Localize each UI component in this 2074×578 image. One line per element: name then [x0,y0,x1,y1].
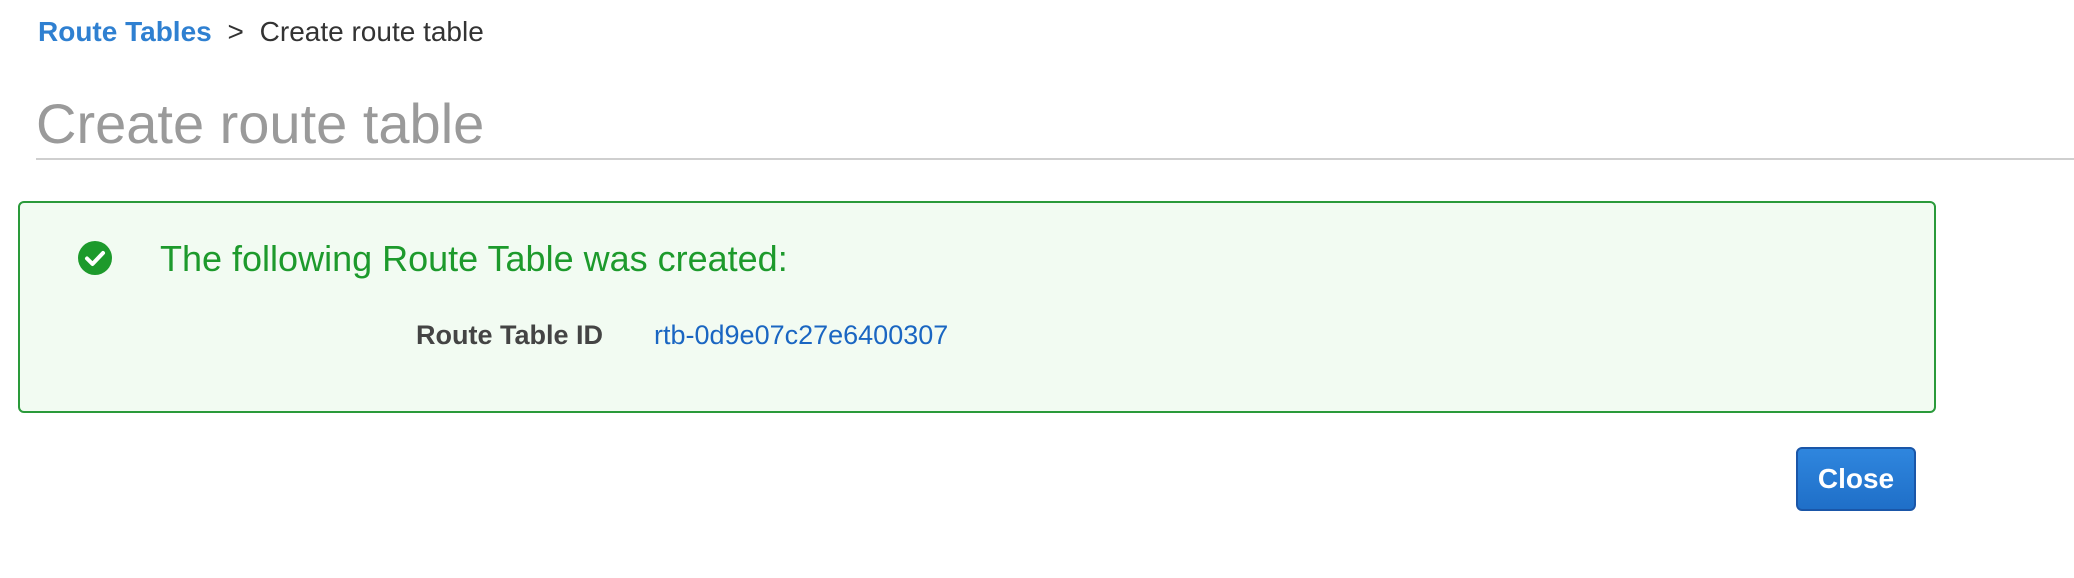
route-table-id-link[interactable]: rtb-0d9e07c27e6400307 [654,317,948,353]
page-title: Create route table [36,92,485,155]
check-circle-icon [78,241,112,275]
success-message: The following Route Table was created: [160,238,788,279]
breadcrumb-separator: > [227,16,244,47]
breadcrumb-route-tables-link[interactable]: Route Tables [38,16,212,47]
close-button[interactable]: Close [1796,447,1916,511]
breadcrumb-current: Create route table [259,16,484,47]
route-table-id-label: Route Table ID [416,320,604,350]
success-panel: The following Route Table was created: R… [18,201,1936,413]
title-divider [36,158,2074,160]
breadcrumb: Route Tables > Create route table [38,14,484,50]
